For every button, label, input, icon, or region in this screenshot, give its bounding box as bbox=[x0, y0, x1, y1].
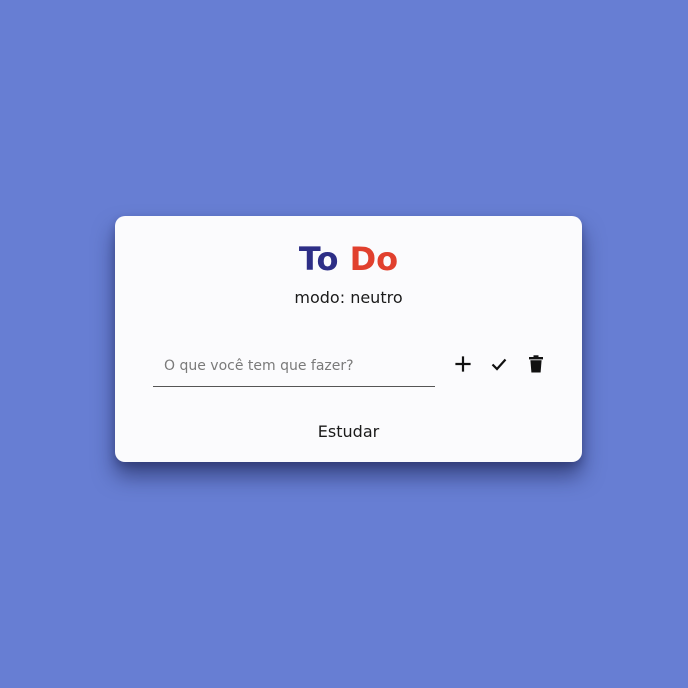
title-do: Do bbox=[349, 240, 399, 278]
task-input[interactable] bbox=[153, 346, 435, 386]
complete-task-button[interactable] bbox=[487, 352, 511, 376]
delete-task-button[interactable] bbox=[524, 352, 548, 376]
trash-icon bbox=[529, 355, 543, 373]
check-icon bbox=[491, 358, 507, 371]
plus-icon bbox=[455, 356, 471, 372]
task-item[interactable]: Estudar bbox=[115, 421, 582, 443]
app-title: To Do bbox=[115, 238, 582, 280]
todo-card: To Do modo: neutro Estudar bbox=[115, 216, 582, 462]
mode-label: modo: neutro bbox=[294, 288, 403, 307]
task-input-wrapper bbox=[153, 346, 435, 387]
title-to: To bbox=[298, 240, 339, 278]
add-task-button[interactable] bbox=[451, 352, 475, 376]
